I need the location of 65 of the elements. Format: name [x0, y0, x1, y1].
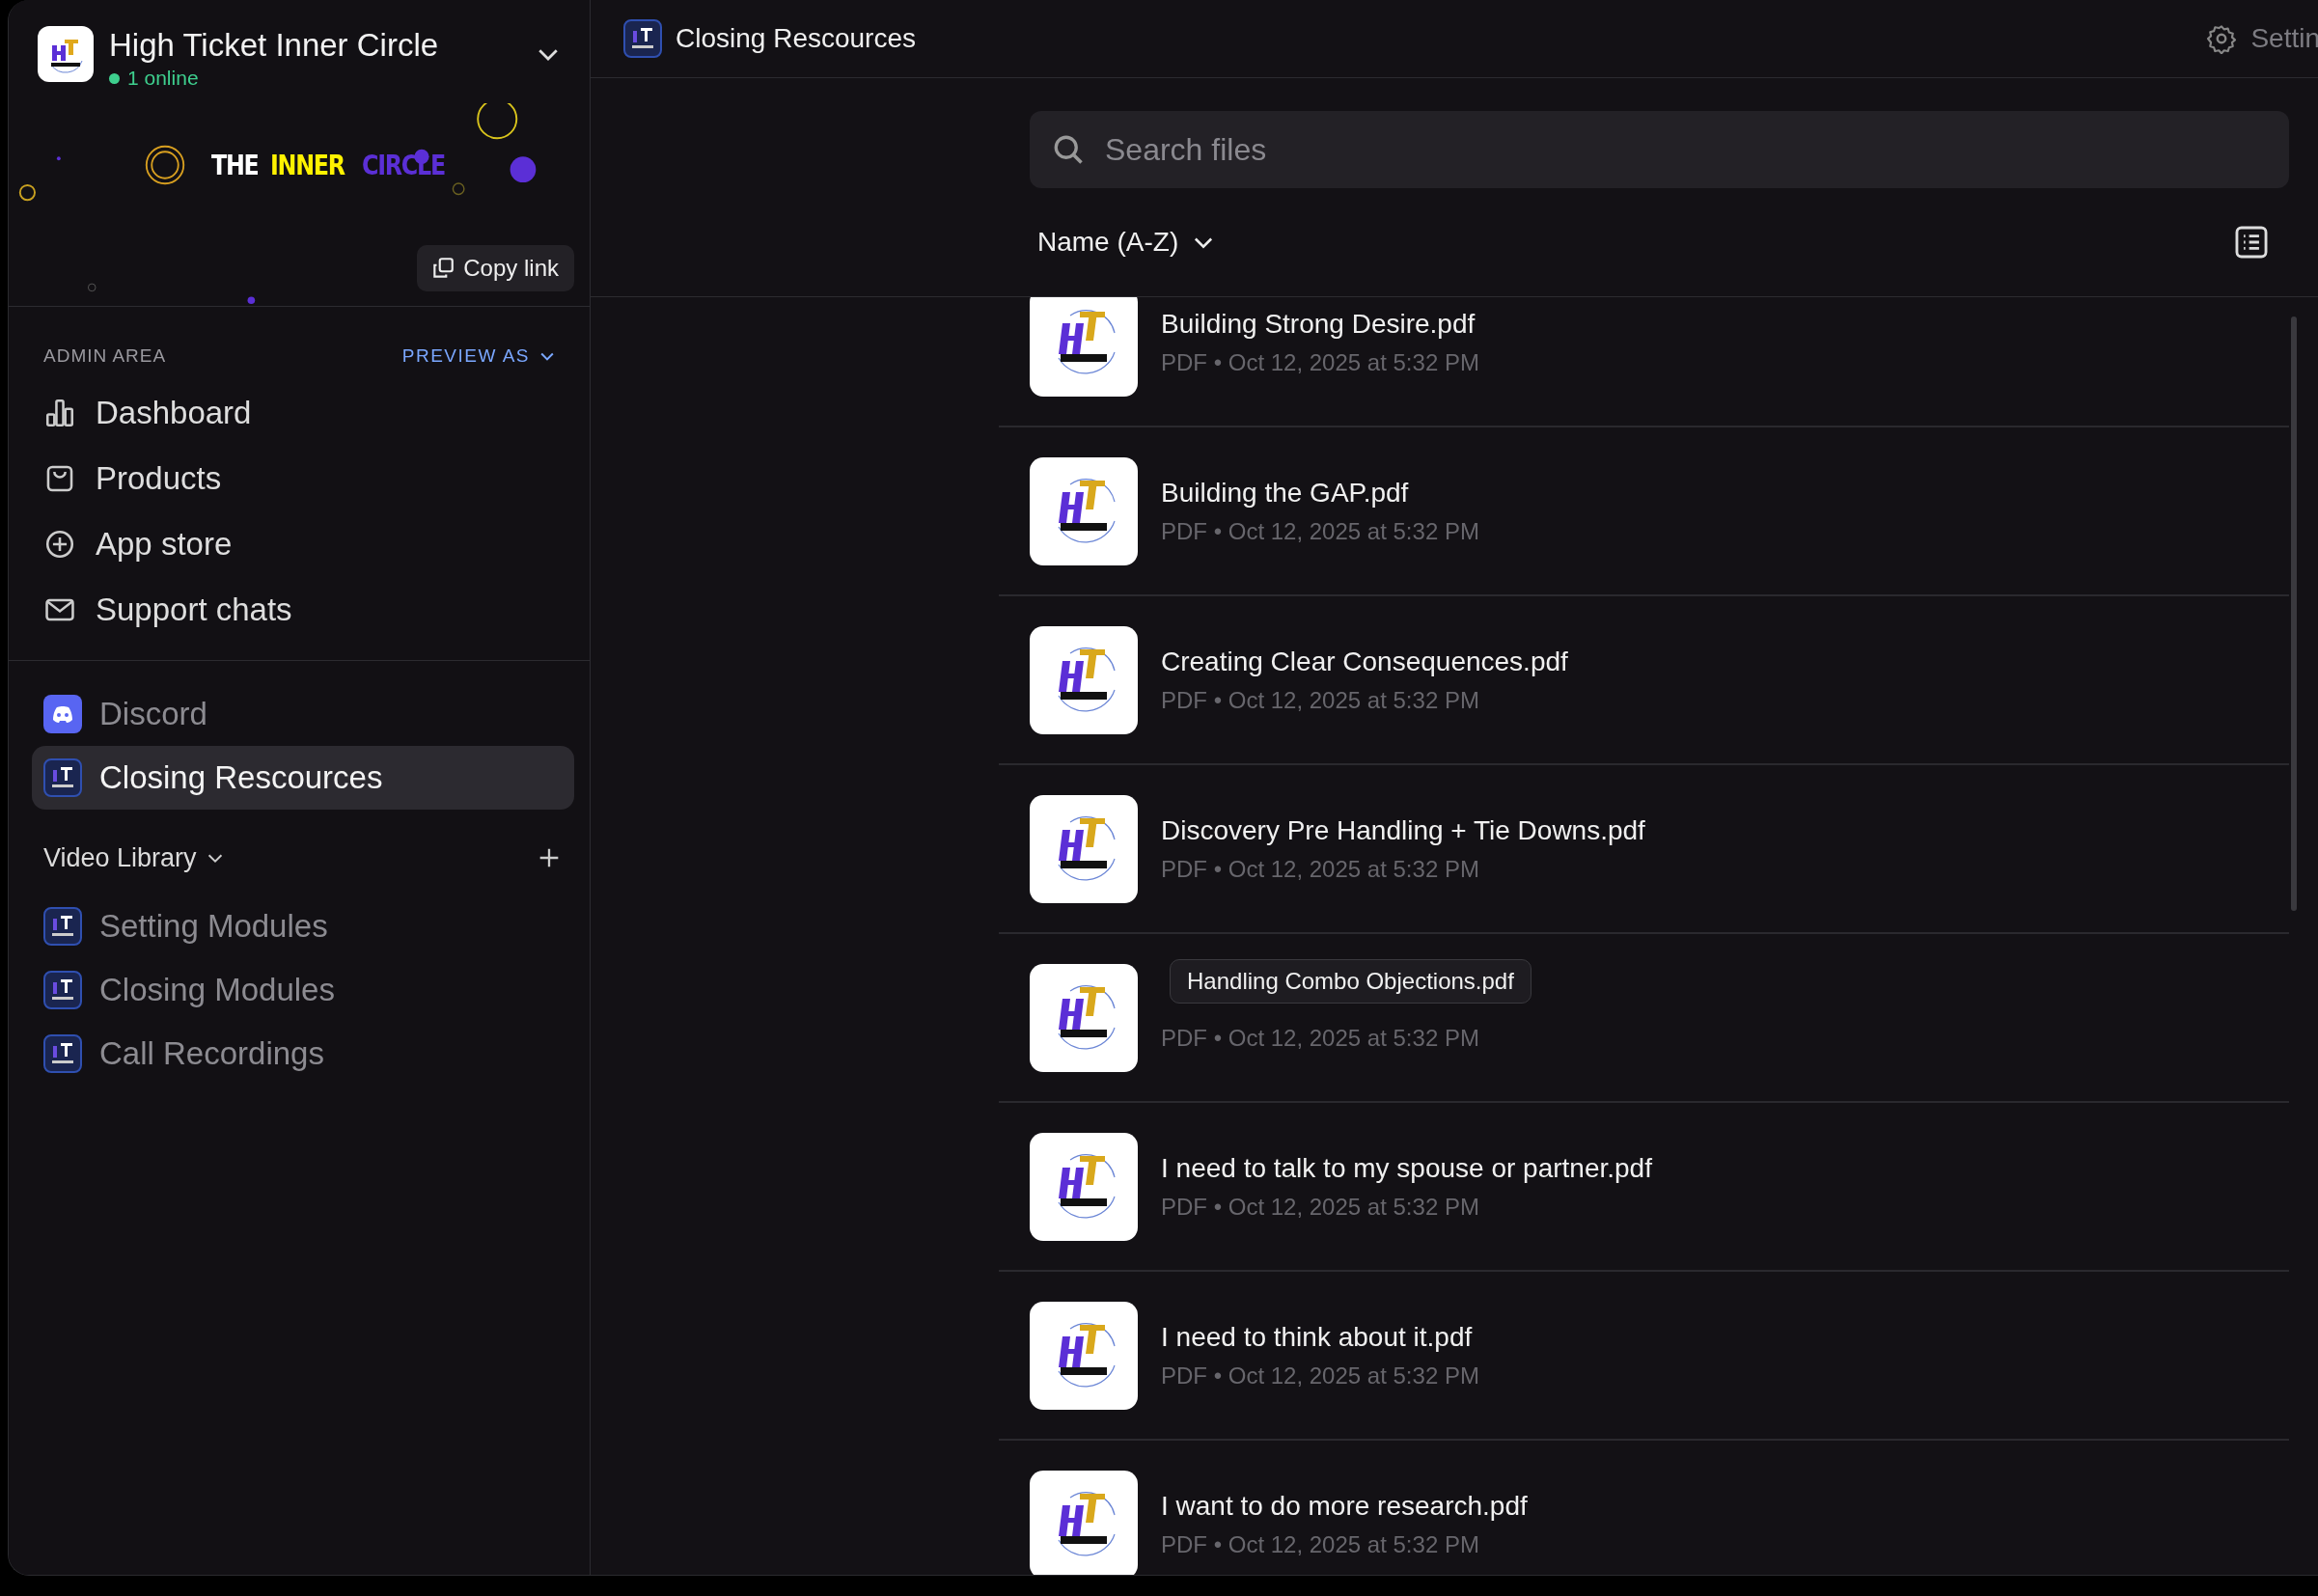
channel-item[interactable]: Closing Rescources [32, 746, 574, 810]
channel-item[interactable]: Discord [32, 682, 574, 746]
channel-item[interactable]: Call Recordings [32, 1022, 574, 1086]
logo-icon [1030, 1132, 1138, 1241]
logo-icon [623, 19, 662, 58]
file-name: I need to think about it.pdf [1161, 1321, 1474, 1353]
file-row[interactable]: Creating Clear Consequences.pdf PDF • Oct 12, 2025 at 5:32 PM [999, 596, 2289, 765]
bar-chart-icon [43, 397, 76, 429]
logo-icon [43, 907, 82, 946]
file-meta: PDF • Oct 12, 2025 at 5:32 PM [1161, 517, 1479, 545]
copy-link-button[interactable]: Copy link [417, 245, 574, 291]
section-heading: ADMIN AREA [43, 345, 167, 367]
channel-item[interactable]: Closing Modules [32, 958, 574, 1022]
file-meta: PDF • Oct 12, 2025 at 5:32 PM [1161, 686, 1480, 714]
file-meta: PDF • Oct 12, 2025 at 5:32 PM [1161, 1530, 1480, 1558]
file-meta: PDF • Oct 12, 2025 at 5:32 PM [1161, 1362, 1479, 1390]
logo-icon [1030, 794, 1138, 903]
file-row[interactable]: Building Strong Desire.pdf PDF • Oct 12, 2025 at 5:32 PM [999, 297, 2289, 427]
section-toggle[interactable]: Video Library [43, 842, 226, 873]
logo-icon [1030, 297, 1138, 397]
discord-icon [43, 695, 82, 733]
settings-icon [2206, 23, 2238, 54]
file-name: Creating Clear Consequences.pdf [1161, 646, 1568, 677]
nav-item[interactable]: App store [9, 511, 590, 577]
search-field[interactable]: Search files [1030, 111, 2289, 188]
list-view-icon[interactable] [2233, 224, 2270, 261]
file-name: Discovery Pre Handling + Tie Downs.pdf [1161, 814, 1645, 846]
nav-item[interactable]: Products [9, 446, 590, 511]
logo-icon [1030, 625, 1138, 734]
app-logo-icon [38, 26, 94, 82]
file-meta: PDF • Oct 12, 2025 at 5:32 PM [1161, 1193, 1480, 1221]
settings-button[interactable]: Settin [2206, 23, 2318, 54]
logo-icon [43, 971, 82, 1009]
plus-circle-icon [43, 528, 76, 561]
banner-word: INNER [270, 149, 345, 181]
file-name: I want to do more research.pdf [1161, 1490, 1528, 1522]
file-row[interactable]: I need to talk to my spouse or partner.pdf PDF • Oct 12, 2025 at 5:32 PM [999, 1103, 2289, 1272]
rings-icon [144, 144, 186, 186]
online-count: 1 online [127, 67, 199, 90]
sort-dropdown[interactable]: Name (A-Z) [1037, 227, 1218, 258]
tooltip: Handling Combo Objections.pdf [1170, 959, 1532, 1004]
nav-item[interactable]: Support chats [9, 577, 590, 643]
file-meta: PDF • Oct 12, 2025 at 5:32 PM [1161, 348, 1479, 376]
file-row[interactable]: Building the GAP.pdf PDF • Oct 12, 2025 at 5:32 PM [999, 427, 2289, 596]
channel-item[interactable]: Setting Modules [32, 894, 574, 958]
file-name: Building the GAP.pdf [1161, 477, 1410, 509]
logo-icon [43, 758, 82, 797]
copy-icon [430, 256, 456, 281]
file-row[interactable]: I want to do more research.pdf PDF • Oct 12, 2025 at 5:32 PM [999, 1441, 2289, 1575]
logo-icon [1030, 963, 1138, 1072]
file-row[interactable]: I need to think about it.pdf PDF • Oct 12, 2025 at 5:32 PM [999, 1272, 2289, 1441]
logo-icon [43, 1034, 82, 1073]
logo-icon [1030, 1301, 1138, 1410]
banner-word: THE [211, 149, 259, 181]
file-name: I need to talk to my spouse or partner.pdf [1161, 1152, 1652, 1184]
preview-as-button[interactable]: PREVIEW AS [401, 345, 557, 367]
logo-icon [1030, 456, 1138, 565]
online-dot [109, 72, 120, 84]
page-title: Closing Rescources [676, 23, 916, 54]
scrollbar[interactable] [2291, 316, 2297, 911]
file-row[interactable]: Discovery Pre Handling + Tie Downs.pdf PDF • Oct 12, 2025 at 5:32 PM [999, 765, 2289, 934]
nav-item[interactable]: Dashboard [9, 380, 590, 446]
workspace-name: High Ticket Inner Circle [109, 26, 440, 65]
file-name: Building Strong Desire.pdf [1161, 308, 1476, 340]
file-meta: PDF • Oct 12, 2025 at 5:32 PM [1161, 855, 1480, 883]
